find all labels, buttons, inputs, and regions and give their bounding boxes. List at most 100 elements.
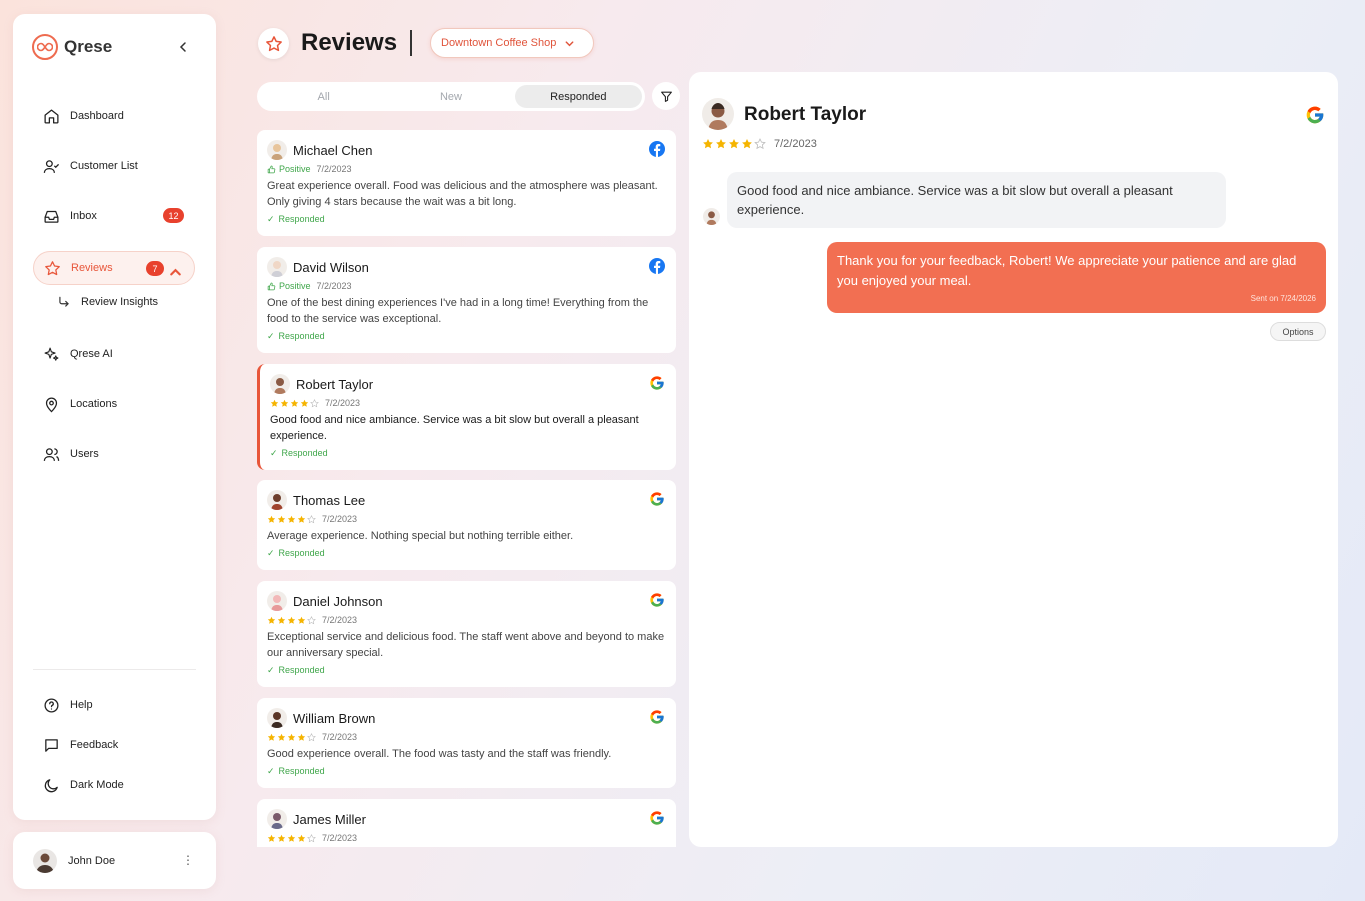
check-icon: ✓ [270,447,278,458]
review-date: 7/2/2023 [325,398,361,408]
location-select[interactable]: Downtown Coffee Shop [430,28,594,58]
sidebar-item-help[interactable]: Help [33,688,195,722]
reviewer-avatar [267,140,287,160]
check-icon: ✓ [267,547,275,558]
corner-down-right-icon [59,296,69,307]
check-icon: ✓ [267,664,275,675]
sidebar-item-feedback[interactable]: Feedback [33,728,195,762]
more-vertical-icon[interactable]: ⋮ [182,854,194,866]
sidebar-item-label: Inbox [70,210,97,222]
sidebar-item-inbox[interactable]: Inbox 12 [33,199,195,233]
reviewer-name: David Wilson [293,259,369,275]
reviewer-avatar [270,374,290,394]
star-rating [267,732,316,742]
review-sentiment: Positive [279,281,311,291]
user-profile-card[interactable]: John Doe ⋮ [13,832,216,889]
star-rating [270,398,319,408]
review-tabs: All New Responded [257,82,645,111]
review-card[interactable]: David Wilson Positive 7/2/2023 One of th… [257,247,676,353]
chevron-down-icon [565,40,574,46]
review-status: Responded [278,665,325,675]
reviewer-name: James Miller [293,811,366,827]
reviewer-name: Daniel Johnson [293,593,383,609]
message-avatar [703,208,720,225]
inbox-icon [44,210,59,223]
review-status: Responded [278,214,325,224]
review-status: Responded [278,766,325,776]
reviewer-avatar [267,591,287,611]
tab-new[interactable]: New [387,85,514,108]
home-icon [44,108,59,124]
options-button[interactable]: Options [1270,322,1326,341]
reviews-count-badge: 7 [146,261,164,276]
tab-all[interactable]: All [260,85,387,108]
sidebar-item-dark-mode[interactable]: Dark Mode [33,768,195,802]
filter-button[interactable] [652,82,680,110]
sparkles-icon [44,347,59,361]
logo-icon [32,34,58,60]
review-card[interactable]: Daniel Johnson 7/2/2023 Exceptional serv… [257,581,676,687]
chevron-left-icon[interactable] [176,40,190,54]
brand-name: Qrese [64,37,113,56]
reviewer-name: William Brown [293,710,376,726]
review-card[interactable]: Michael Chen Positive 7/2/2023 Great exp… [257,130,676,236]
reviewer-name: Robert Taylor [296,376,374,392]
user-name: John Doe [68,854,116,867]
sidebar-item-label: Dark Mode [70,779,124,791]
tab-responded[interactable]: Responded [514,85,642,108]
inbox-count-badge: 12 [163,208,184,223]
review-date: 7/2/2023 [322,732,358,742]
sidebar-item-label: Customer List [70,160,138,172]
review-text: One of the best dining experiences I've … [267,297,649,325]
reviewer-name: Thomas Lee [293,492,366,508]
facebook-icon [649,141,665,157]
review-status: Responded [278,548,325,558]
sidebar-item-customer-list[interactable]: Customer List [33,149,195,183]
user-avatar [33,848,57,873]
star-rating [267,833,316,843]
detail-reviewer-name: Robert Taylor [744,104,867,125]
sidebar-item-reviews[interactable]: Reviews 7 [33,251,195,285]
sidebar-divider [33,669,196,670]
page-title: Reviews [301,29,398,56]
sidebar-item-dashboard[interactable]: Dashboard [33,99,195,133]
check-icon: ✓ [267,765,275,776]
help-circle-icon [44,697,59,713]
google-icon [650,811,664,825]
users-icon [43,447,60,461]
review-status: Responded [281,448,328,458]
sidebar-item-label: Locations [70,398,118,410]
google-icon [650,593,664,607]
sidebar-item-qrese-ai[interactable]: Qrese AI [33,337,195,371]
chevron-up-icon[interactable] [167,263,184,280]
google-icon [650,492,664,506]
sidebar-subitem-review-insights[interactable]: Review Insights [57,295,158,309]
review-card[interactable]: William Brown 7/2/2023 Good experience o… [257,698,676,788]
moon-icon [44,778,58,792]
brand-logo[interactable]: Qrese [32,34,112,60]
review-date: 7/2/2023 [316,281,352,291]
sidebar-subitem-label: Review Insights [81,296,159,308]
sidebar-item-label: Reviews [71,262,113,274]
reviewer-avatar [267,257,287,277]
message-square-icon [45,738,58,752]
sidebar-item-locations[interactable]: Locations [33,387,195,421]
review-text: Average experience. Nothing special but … [267,530,574,542]
review-card[interactable]: Thomas Lee 7/2/2023 Average experience. … [257,480,676,570]
star-icon [45,260,60,275]
reply-message-bubble: Thank you for your feedback, Robert! We … [827,242,1326,313]
reviewer-avatar [267,490,287,510]
google-icon [650,376,664,390]
reviewer-name: Michael Chen [293,142,373,158]
review-card-selected[interactable]: Robert Taylor 7/2/2023 Good food and nic… [257,364,676,470]
location-select-value: Downtown Coffee Shop [441,37,557,49]
thumbs-up-icon [267,165,276,173]
sidebar-item-users[interactable]: Users [33,437,195,471]
thumbs-up-icon [267,282,276,290]
review-card[interactable]: James Miller 7/2/2023 [257,799,676,847]
check-icon: ✓ [267,213,275,224]
reply-text: Thank you for your feedback, Robert! We … [837,253,1297,288]
user-check-icon [43,159,60,173]
review-sentiment: Positive [279,164,311,174]
review-date: 7/2/2023 [316,164,352,174]
